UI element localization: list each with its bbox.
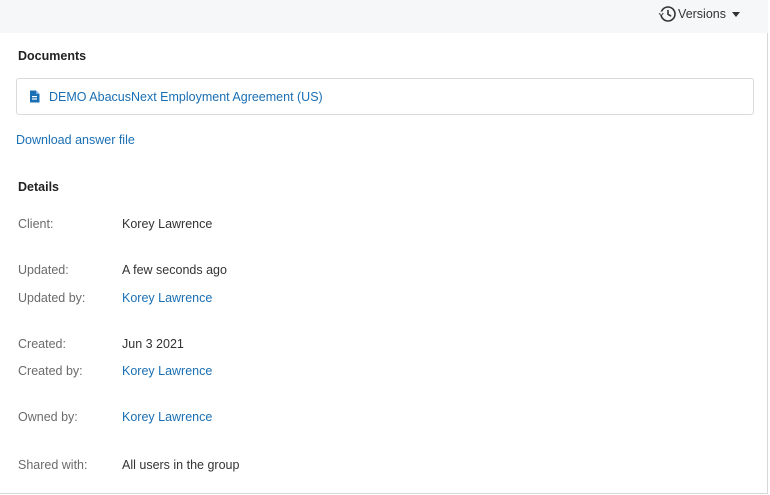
user-link[interactable]: Korey Lawrence <box>122 291 212 305</box>
versions-dropdown[interactable]: Versions <box>657 4 740 24</box>
documents-heading: Documents <box>18 49 87 63</box>
detail-row-client: Client: Korey Lawrence <box>18 216 212 232</box>
detail-label: Owned by: <box>18 410 78 424</box>
detail-label: Updated: <box>18 263 69 277</box>
document-link[interactable]: DEMO AbacusNext Employment Agreement (US… <box>49 90 323 104</box>
detail-value: Korey Lawrence <box>122 217 213 231</box>
panel-toolbar: Versions <box>0 0 768 33</box>
detail-row-owned-by: Owned by: Korey Lawrence <box>18 409 212 425</box>
detail-value: Jun 3 2021 <box>122 337 184 351</box>
document-icon <box>29 90 40 103</box>
detail-label: Client: <box>18 217 54 231</box>
detail-value: A few seconds ago <box>122 263 227 277</box>
detail-row-updated: Updated: A few seconds ago <box>18 262 227 278</box>
user-link[interactable]: Korey Lawrence <box>122 364 212 378</box>
detail-row-shared-with: Shared with: All users in the group <box>18 457 239 473</box>
detail-label: Created: <box>18 337 66 351</box>
history-icon <box>657 4 677 24</box>
document-item[interactable]: DEMO AbacusNext Employment Agreement (US… <box>16 78 754 115</box>
detail-label: Updated by: <box>18 291 86 305</box>
versions-label: Versions <box>678 7 726 21</box>
detail-value: All users in the group <box>122 458 240 472</box>
detail-row-updated-by: Updated by: Korey Lawrence <box>18 290 212 306</box>
details-heading: Details <box>18 180 59 194</box>
detail-label: Shared with: <box>18 458 88 472</box>
detail-row-created-by: Created by: Korey Lawrence <box>18 363 212 379</box>
details-panel: Versions Documents DEMO AbacusNext Emplo… <box>0 0 768 494</box>
detail-row-created: Created: Jun 3 2021 <box>18 336 184 352</box>
caret-down-icon <box>732 12 740 17</box>
detail-label: Created by: <box>18 364 83 378</box>
user-link[interactable]: Korey Lawrence <box>122 410 212 424</box>
download-answer-file-link[interactable]: Download answer file <box>16 133 135 147</box>
